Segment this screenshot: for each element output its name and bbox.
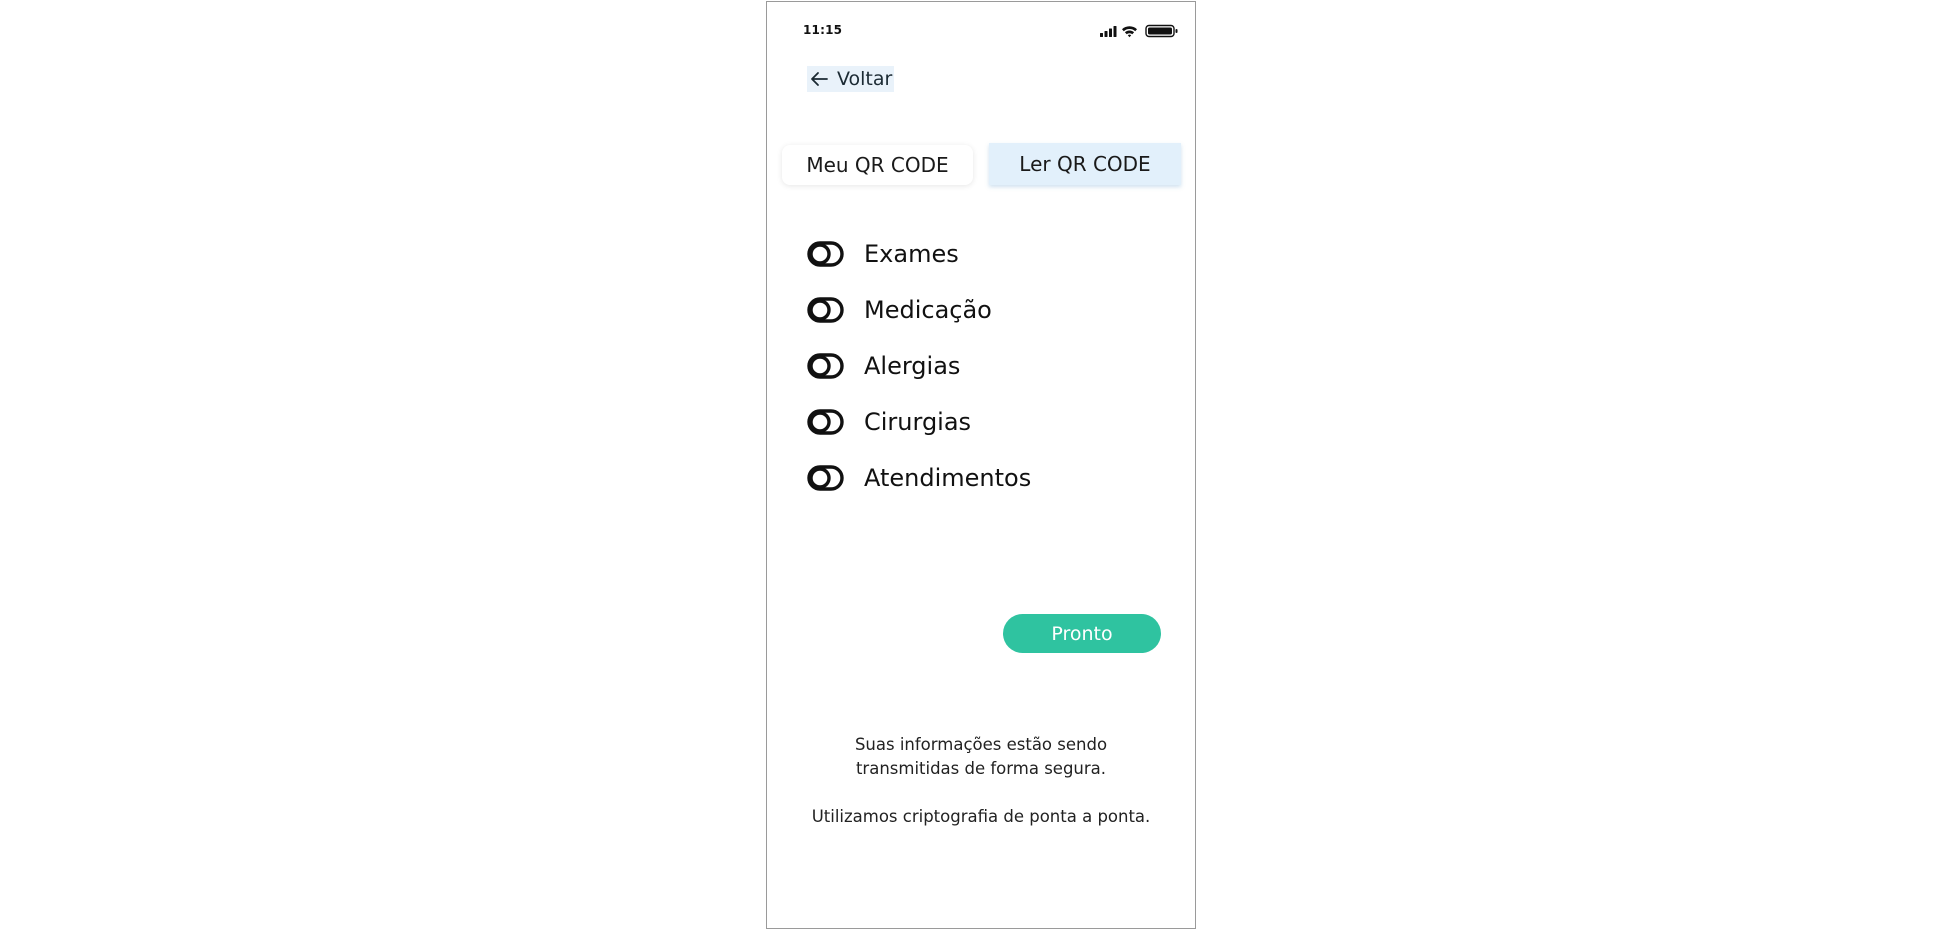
option-label: Exames (864, 240, 959, 268)
battery-icon (1145, 24, 1178, 38)
security-note-line-2: transmitidas de forma segura. (855, 759, 1107, 778)
option-label: Cirurgias (864, 408, 972, 436)
option-atendimentos[interactable]: Atendimentos (807, 461, 1031, 495)
tab-meu-qr-code[interactable]: Meu QR CODE (782, 145, 973, 185)
option-medicacao[interactable]: Medicação (807, 293, 992, 327)
status-icons (1100, 23, 1180, 38)
encryption-note: Utilizamos criptografia de ponta a ponta… (811, 807, 1151, 826)
toggle-icon[interactable] (807, 241, 844, 267)
back-label: Voltar (837, 68, 893, 90)
option-label: Medicação (864, 296, 992, 324)
toggle-icon[interactable] (807, 353, 844, 379)
toggle-icon[interactable] (807, 465, 844, 491)
security-note-line-1: Suas informações estão sendo (854, 735, 1108, 754)
status-time: 11:15 (803, 23, 843, 37)
option-cirurgias[interactable]: Cirurgias (807, 405, 971, 439)
toggle-icon[interactable] (807, 409, 844, 435)
toggle-icon[interactable] (807, 297, 844, 323)
option-label: Atendimentos (864, 464, 1032, 492)
back-button[interactable]: Voltar (807, 66, 895, 92)
arrow-left-icon (809, 71, 829, 87)
signal-icon (1100, 26, 1117, 37)
option-alergias[interactable]: Alergias (807, 349, 960, 383)
wifi-icon (1122, 26, 1137, 38)
phone-screen: 11:15 Voltar Meu QR CODE Ler QR CODE Exa… (766, 1, 1196, 929)
option-label: Alergias (864, 352, 961, 380)
tab-ler-qr-code[interactable]: Ler QR CODE (989, 143, 1181, 185)
option-exames[interactable]: Exames (807, 237, 959, 271)
pronto-button[interactable]: Pronto (1003, 614, 1161, 653)
